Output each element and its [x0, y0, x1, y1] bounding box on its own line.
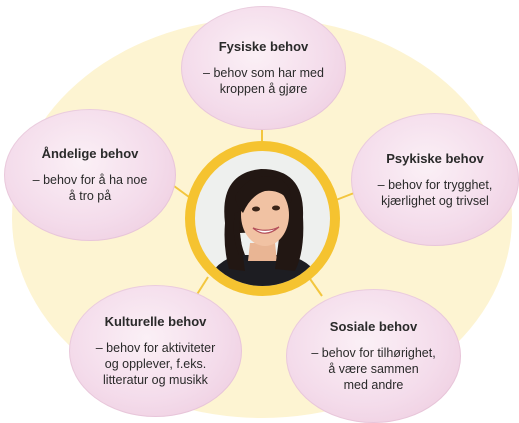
node-description: – behov for tilhørighet, å være sammen m… [311, 346, 436, 392]
node-title: Fysiske behov [218, 39, 309, 54]
node-description: – behov som har med kroppen å gjøre [203, 66, 324, 96]
needs-diagram: Fysiske behov – behov som har med kroppe… [0, 0, 519, 423]
node-title: Åndelige behov [41, 146, 139, 161]
node-fysiske-behov: Fysiske behov – behov som har med kroppe… [181, 6, 346, 130]
node-title: Sosiale behov [329, 319, 418, 334]
node-description: – behov for å ha noe å tro på [32, 173, 148, 203]
node-psykiske-behov: Psykiske behov – behov for trygghet, kjæ… [351, 113, 519, 246]
node-description: – behov for aktiviteter og opplever, f.e… [95, 341, 216, 387]
node-kulturelle-behov: Kulturelle behov – behov for aktiviteter… [69, 285, 242, 417]
node-title: Kulturelle behov [104, 314, 207, 329]
node-title: Psykiske behov [386, 150, 484, 166]
node-sosiale-behov: Sosiale behov – behov for tilhørighet, å… [286, 289, 461, 423]
center-circle [185, 141, 340, 296]
node-andelige-behov: Åndelige behov – behov for å ha noe å tr… [4, 109, 176, 241]
person-portrait-icon [195, 151, 330, 286]
node-description: – behov for trygghet, kjærlighet og triv… [377, 177, 493, 208]
